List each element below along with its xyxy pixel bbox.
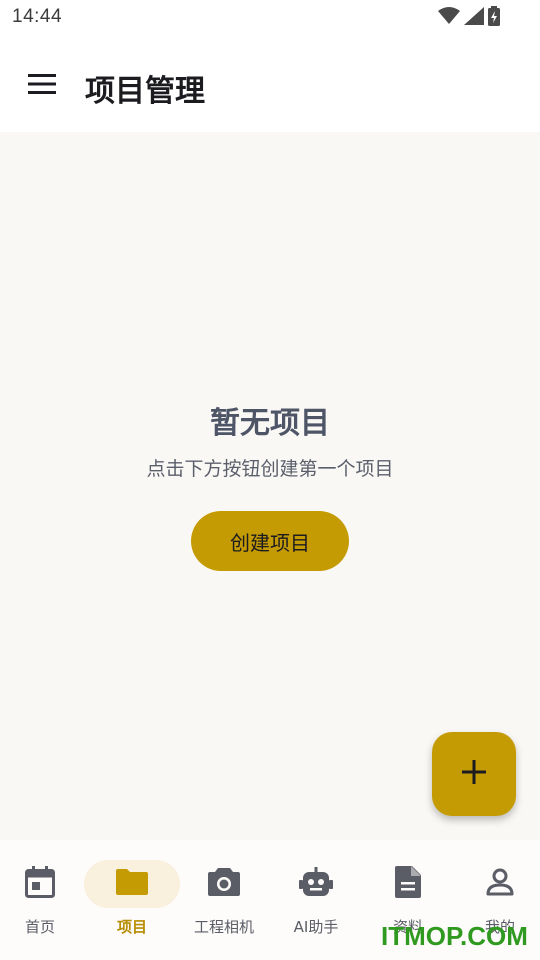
folder-icon	[116, 869, 148, 899]
empty-state-subtitle: 点击下方按钮创建第一个项目	[146, 458, 394, 480]
nav-item-ai-assistant[interactable]: AI助手	[270, 840, 362, 960]
empty-state-title: 暂无项目	[210, 406, 330, 441]
status-bar: 14:44	[0, 0, 540, 36]
watermark: ITMOP.COM	[381, 921, 528, 951]
main-content: 暂无项目 点击下方按钮创建第一个项目 创建项目	[0, 132, 540, 840]
signal-icon	[464, 7, 484, 29]
page-title: 项目管理	[85, 74, 205, 109]
person-icon	[486, 868, 514, 900]
nav-label: 项目	[116, 918, 147, 936]
nav-icon-container	[360, 860, 456, 908]
status-time: 14:44	[12, 6, 63, 27]
create-project-button[interactable]: 创建项目	[191, 511, 349, 571]
nav-icon-container	[0, 860, 88, 908]
document-icon	[395, 866, 421, 902]
nav-label: AI助手	[293, 918, 339, 936]
nav-icon-container	[268, 860, 364, 908]
add-project-fab[interactable]	[432, 732, 516, 816]
nav-label: 首页	[24, 918, 55, 936]
app-bar: 项目管理	[0, 36, 540, 132]
nav-icon-container	[176, 860, 272, 908]
status-icons	[438, 6, 500, 30]
plus-icon	[461, 759, 487, 789]
camera-icon	[208, 868, 240, 900]
nav-item-camera[interactable]: 工程相机	[178, 840, 270, 960]
wifi-icon	[438, 7, 460, 29]
robot-icon	[299, 867, 333, 901]
menu-icon[interactable]	[20, 66, 64, 102]
nav-icon-container	[84, 860, 180, 908]
nav-label: 工程相机	[193, 918, 254, 936]
nav-item-projects[interactable]: 项目	[84, 840, 180, 960]
nav-icon-container	[452, 860, 540, 908]
calendar-icon	[25, 866, 55, 902]
battery-charging-icon	[488, 6, 500, 30]
nav-item-home[interactable]: 首页	[0, 840, 86, 960]
